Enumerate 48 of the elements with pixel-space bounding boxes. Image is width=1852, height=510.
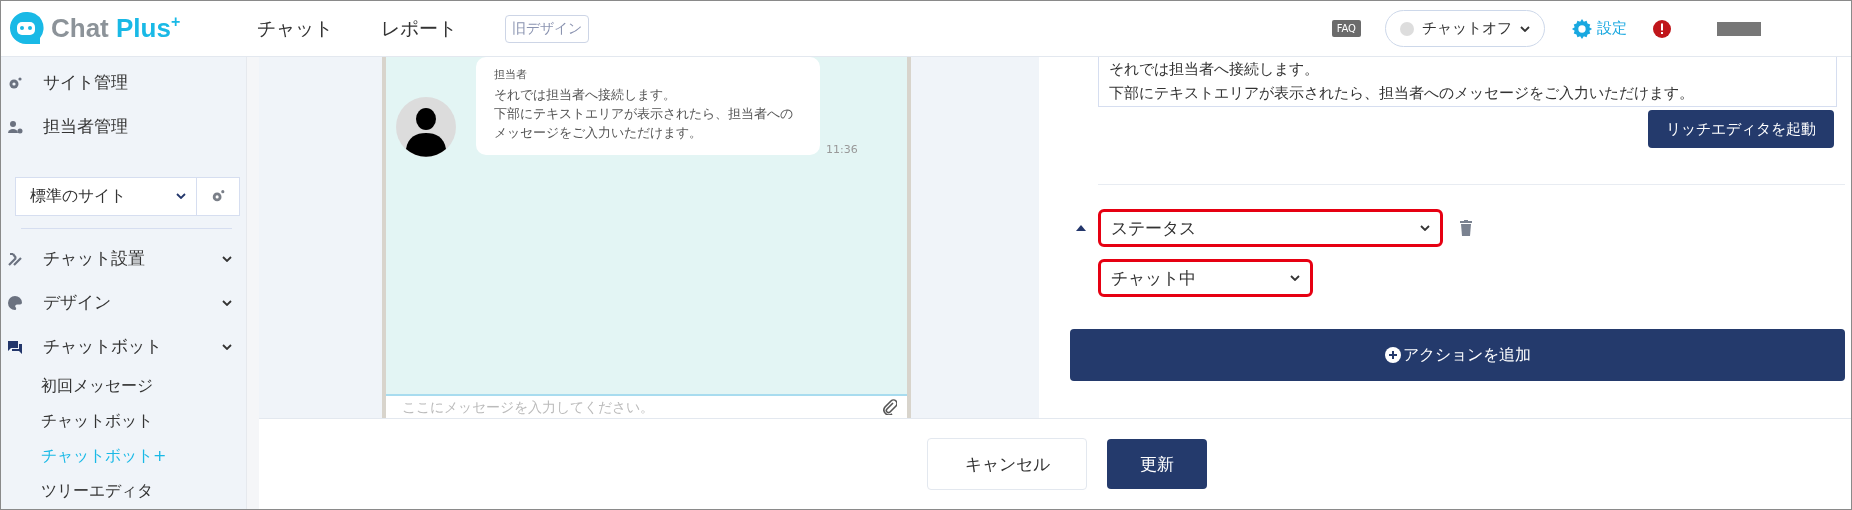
action-select[interactable]: ステータス (1098, 209, 1443, 247)
chevron-down-icon (1290, 275, 1300, 281)
palette-icon (7, 294, 23, 311)
sidebar-item[interactable]: サイト管理 (1, 61, 246, 105)
cancel-button[interactable]: キャンセル (927, 438, 1087, 490)
chevron-down-icon (176, 193, 186, 200)
alert-icon[interactable] (1653, 19, 1671, 38)
message-time: 11:36 (826, 143, 858, 156)
settings-icon (1571, 17, 1593, 40)
paperclip-icon[interactable] (883, 399, 897, 415)
chevron-down-icon (222, 299, 232, 306)
plus-icon (1384, 347, 1401, 363)
sidebar-item[interactable]: チャットボット (1, 324, 246, 369)
logo-text: Chat Plus+ (51, 13, 181, 44)
sender-name: 担当者 (494, 67, 528, 82)
textarea-line: それでは担当者へ接続します。 (1109, 59, 1320, 80)
textarea-line: 下部にテキストエリアが表示されたら、担当者へのメッセージをご入力いただけます。 (1109, 83, 1695, 104)
avatar-icon (396, 97, 456, 157)
add-action-button[interactable]: アクションを追加 (1070, 329, 1845, 381)
person-icon (7, 118, 23, 135)
message-composer[interactable]: ここにメッセージを入力してください。 (386, 394, 907, 418)
sidebar-item[interactable]: 担当者管理 (1, 104, 246, 149)
rich-editor-button[interactable]: リッチエディタを起動 (1648, 110, 1834, 148)
sidebar-item[interactable]: チャット設置 (1, 236, 246, 281)
scrollbar[interactable] (246, 57, 259, 509)
chevron-down-icon (1420, 225, 1430, 231)
sidebar-subitem[interactable]: チャットボット (1, 403, 246, 439)
gear-icon (211, 189, 225, 204)
redacted-user-name (1717, 21, 1761, 36)
message-text: 下部にテキストエリアが表示されたら、担当者へのメッセージをご入力いただけます。 (494, 104, 794, 142)
sidebar-subitem[interactable]: ツリーエディタ (1, 473, 246, 509)
message-input[interactable]: ここにメッセージを入力してください。 (400, 398, 883, 416)
chat-icon (7, 338, 23, 355)
status-select[interactable]: チャット中 (1098, 259, 1313, 297)
nav-link[interactable]: レポート (381, 15, 457, 42)
status-dropdown[interactable]: チャットオフ (1385, 10, 1545, 47)
message-textarea[interactable]: それでは担当者へ接続します。 下部にテキストエリアが表示されたら、担当者へのメッセージをご入力いただけます。 (1098, 57, 1837, 107)
sidebar-subitem[interactable]: 初回メッセージ (1, 368, 246, 404)
chevron-down-icon (222, 255, 232, 262)
trash-icon[interactable] (1459, 220, 1473, 236)
collapse-icon[interactable] (1076, 225, 1086, 231)
update-button[interactable]: 更新 (1107, 439, 1207, 489)
message-text: それでは担当者へ接続します。 (494, 86, 677, 104)
chevron-down-icon (1520, 25, 1530, 32)
faq-badge[interactable]: FAQ (1331, 20, 1361, 37)
sidebar-item[interactable]: デザイン (1, 280, 246, 325)
chevron-down-icon (222, 343, 232, 350)
nav-link[interactable]: チャット (257, 15, 333, 42)
